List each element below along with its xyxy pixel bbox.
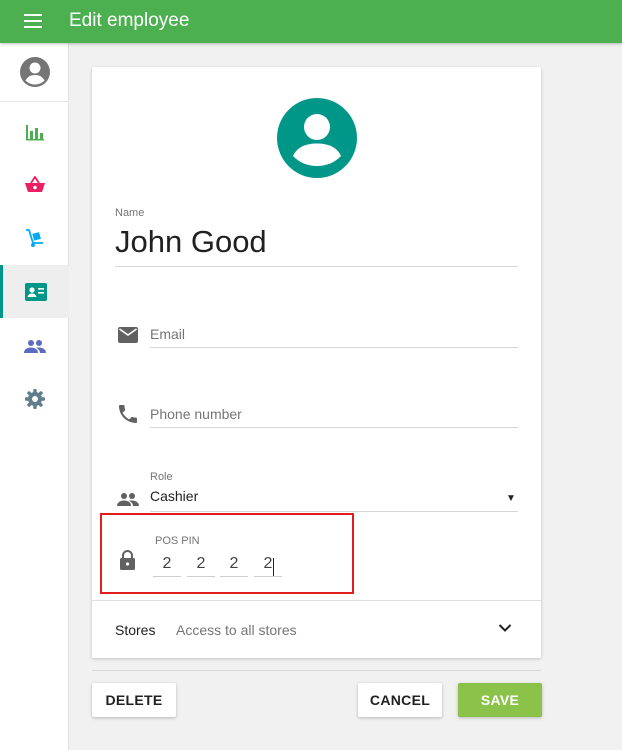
phone-icon [119,405,137,423]
stores-access-value[interactable]: Access to all stores [176,622,297,638]
name-label: Name [115,207,145,219]
email-underline [150,347,518,348]
role-dropdown-arrow-icon[interactable]: ▼ [506,493,516,504]
name-field[interactable]: John Good [115,224,267,260]
phone-underline [150,427,518,428]
actions-separator [92,670,541,671]
stores-label: Stores [115,622,156,638]
pin-digit-1[interactable]: 2 [153,555,181,577]
delete-button[interactable]: DELETE [92,683,176,717]
role-label: Role [150,471,173,483]
sidebar-item-employees[interactable] [0,265,69,318]
email-field[interactable]: Email [150,326,185,342]
menu-icon[interactable] [24,14,42,28]
pin-digit-3[interactable]: 2 [220,555,248,577]
customers-icon [23,339,46,353]
employee-form-card: Name John Good Email Phone number Role C… [92,67,541,658]
cancel-button[interactable]: CANCEL [358,683,442,717]
sidebar-item-inventory[interactable] [0,211,69,264]
employee-card-icon [25,282,47,301]
stores-divider [92,600,541,601]
name-underline [115,266,518,267]
sidebar-item-customers[interactable] [0,319,69,372]
app-bar: Edit employee [0,0,622,43]
role-select[interactable]: Cashier [150,488,198,504]
phone-field[interactable]: Phone number [150,406,242,422]
sidebar-item-reports[interactable] [0,105,69,158]
save-button[interactable]: SAVE [458,683,542,717]
pin-digit-2[interactable]: 2 [187,555,215,577]
chevron-down-icon[interactable] [498,623,512,633]
role-underline [150,511,518,512]
settings-icon [24,388,45,409]
pin-digit-4[interactable]: 2 [254,555,282,577]
pos-pin-highlight [100,513,354,594]
user-avatar[interactable] [0,43,69,102]
page-title: Edit employee [69,10,190,31]
lock-icon [120,550,135,570]
employee-avatar-icon[interactable] [277,98,357,178]
role-people-icon [117,493,139,506]
basket-icon [24,176,45,192]
text-cursor [273,558,274,576]
account-circle-icon [19,57,50,87]
sidebar-item-items[interactable] [0,158,69,211]
bar-chart-icon [25,124,44,140]
inventory-icon [25,228,43,247]
email-icon [118,327,138,343]
sidebar [0,43,69,750]
pos-pin-label: POS PIN [155,535,200,547]
sidebar-item-settings[interactable] [0,372,69,425]
